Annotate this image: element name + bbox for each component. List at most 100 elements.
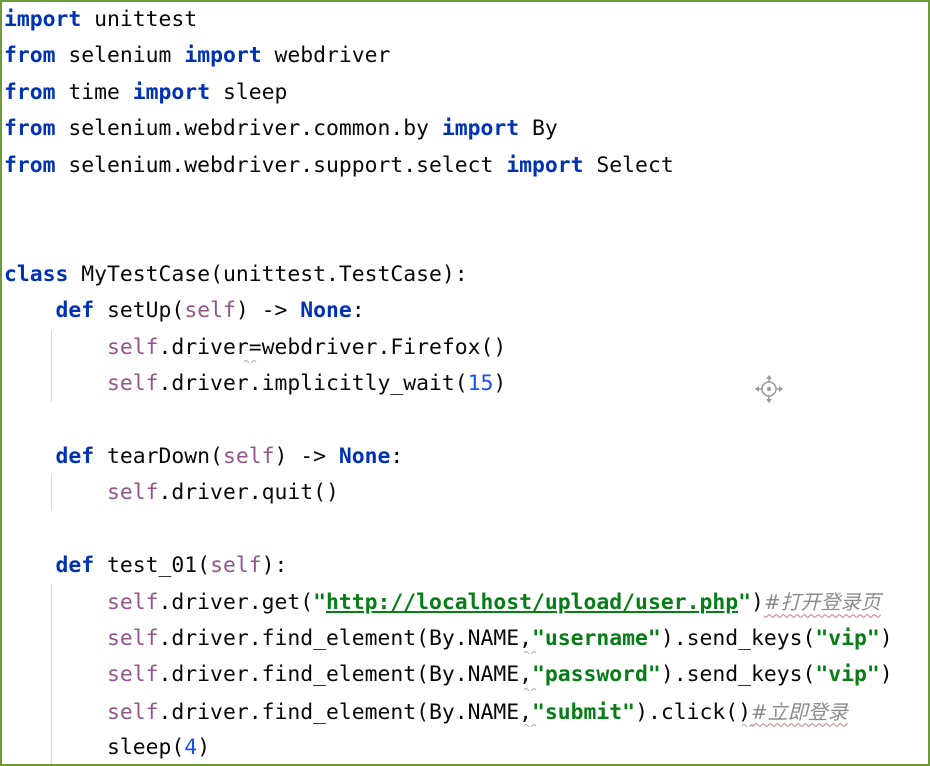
code-area[interactable]: import unittest from selenium import webd…	[4, 2, 928, 764]
code-token: "vip"	[815, 662, 880, 688]
inspection-squiggle	[742, 724, 755, 727]
code-token: self	[222, 443, 275, 469]
code-editor[interactable]: import unittest from selenium import webd…	[0, 0, 930, 766]
code-token: selenium.webdriver.common.by	[55, 116, 442, 142]
code-line[interactable]: from selenium import webdriver	[4, 38, 390, 74]
code-token: unittest	[81, 7, 198, 32]
code-line[interactable]: def test_01(self):	[4, 548, 288, 584]
code-token: None	[338, 443, 391, 469]
code-token: "submit"	[532, 699, 636, 725]
code-token: .driver.get(	[158, 590, 314, 616]
code-token: "	[313, 590, 326, 616]
code-token: "vip"	[815, 625, 880, 651]
code-token: )	[750, 590, 764, 616]
inspection-squiggle	[524, 724, 537, 727]
code-token: #立即登录	[750, 699, 848, 724]
code-token: import	[132, 79, 211, 105]
code-line[interactable]: class MyTestCase(unittest.TestCase):	[4, 257, 468, 293]
code-token: import	[506, 152, 584, 178]
code-token: By	[519, 116, 558, 142]
code-token: ).send_keys(	[660, 625, 816, 651]
code-line[interactable]: from selenium.webdriver.common.by import…	[4, 111, 558, 147]
code-token: #打开登录页	[763, 590, 881, 615]
code-line[interactable]: self.driver.get("http://localhost/upload…	[4, 584, 881, 620]
code-token: selenium	[55, 43, 185, 69]
code-token: test_01(	[94, 553, 211, 578]
code-token: from	[4, 152, 56, 178]
code-token: ) ->	[274, 443, 339, 469]
code-token: "password"	[532, 662, 661, 688]
code-token: class	[4, 261, 69, 287]
code-line[interactable]: sleep(4)	[4, 730, 211, 764]
code-token: setUp(	[94, 298, 185, 324]
code-token: )	[197, 735, 211, 760]
code-token: selenium.webdriver.support.select	[55, 152, 507, 178]
code-token: self	[210, 553, 262, 578]
code-token: Select	[583, 152, 674, 178]
code-line[interactable]: self.driver.quit()	[4, 475, 339, 511]
code-token: )	[879, 662, 893, 688]
code-token: import	[441, 116, 520, 142]
code-token: .driver.find_element(By.NAME,	[158, 662, 533, 688]
code-token: :	[351, 298, 365, 324]
inspection-squiggle	[524, 688, 537, 691]
code-token: self	[107, 625, 159, 651]
code-token: .driver.find_element(By.NAME,	[158, 625, 533, 651]
code-token: self	[107, 590, 159, 616]
code-token: import	[184, 43, 262, 69]
code-token: self	[107, 334, 159, 360]
code-token: .driver=webdriver.Firefox()	[158, 334, 507, 360]
code-token: .driver.implicitly_wait(	[158, 371, 468, 396]
code-line[interactable]: self.driver.find_element(By.NAME,"submit…	[4, 694, 848, 730]
code-token: MyTestCase(unittest.TestCase):	[68, 261, 468, 287]
code-token: def	[55, 298, 95, 324]
code-token: )	[879, 625, 893, 651]
code-token: http://localhost/upload/user.php	[325, 590, 739, 616]
code-line[interactable]: def tearDown(self) -> None:	[4, 439, 404, 475]
code-line[interactable]: import unittest	[4, 2, 197, 38]
code-token: time	[55, 79, 133, 105]
code-line[interactable]: self.driver.find_element(By.NAME,"passwo…	[4, 657, 893, 693]
code-token: sleep	[210, 79, 288, 105]
code-token: ).click()	[635, 699, 751, 725]
inspection-squiggle	[524, 651, 537, 654]
code-token: ).send_keys(	[660, 662, 816, 688]
code-token: self	[107, 371, 159, 396]
code-token: from	[4, 116, 56, 142]
code-line[interactable]: self.driver.find_element(By.NAME,"userna…	[4, 621, 893, 657]
code-token: from	[4, 43, 56, 69]
code-token: def	[55, 553, 95, 578]
code-token: tearDown(	[94, 443, 223, 469]
code-token: ):	[261, 553, 288, 578]
code-token: webdriver	[261, 43, 391, 69]
code-token: 4	[184, 735, 198, 760]
code-token: self	[184, 298, 236, 324]
move-crosshair-icon	[755, 375, 783, 403]
code-token: .driver.quit()	[158, 480, 339, 506]
inspection-squiggle	[244, 360, 257, 363]
code-token: None	[300, 298, 352, 324]
code-token: def	[55, 443, 95, 469]
code-line[interactable]: def setUp(self) -> None:	[4, 293, 365, 329]
code-token: from	[4, 79, 56, 105]
code-token: import	[4, 7, 82, 32]
code-token: :	[390, 443, 404, 469]
code-line[interactable]: from selenium.webdriver.support.select i…	[4, 148, 674, 184]
code-token: 15	[467, 371, 494, 396]
code-line[interactable]: self.driver.implicitly_wait(15)	[4, 366, 506, 402]
code-token: .driver.find_element(By.NAME,	[158, 699, 533, 725]
code-token: self	[107, 699, 159, 725]
code-token: sleep(	[4, 735, 185, 760]
code-token: "username"	[532, 625, 661, 651]
code-line[interactable]: from time import sleep	[4, 75, 287, 111]
code-token: )	[493, 371, 507, 396]
